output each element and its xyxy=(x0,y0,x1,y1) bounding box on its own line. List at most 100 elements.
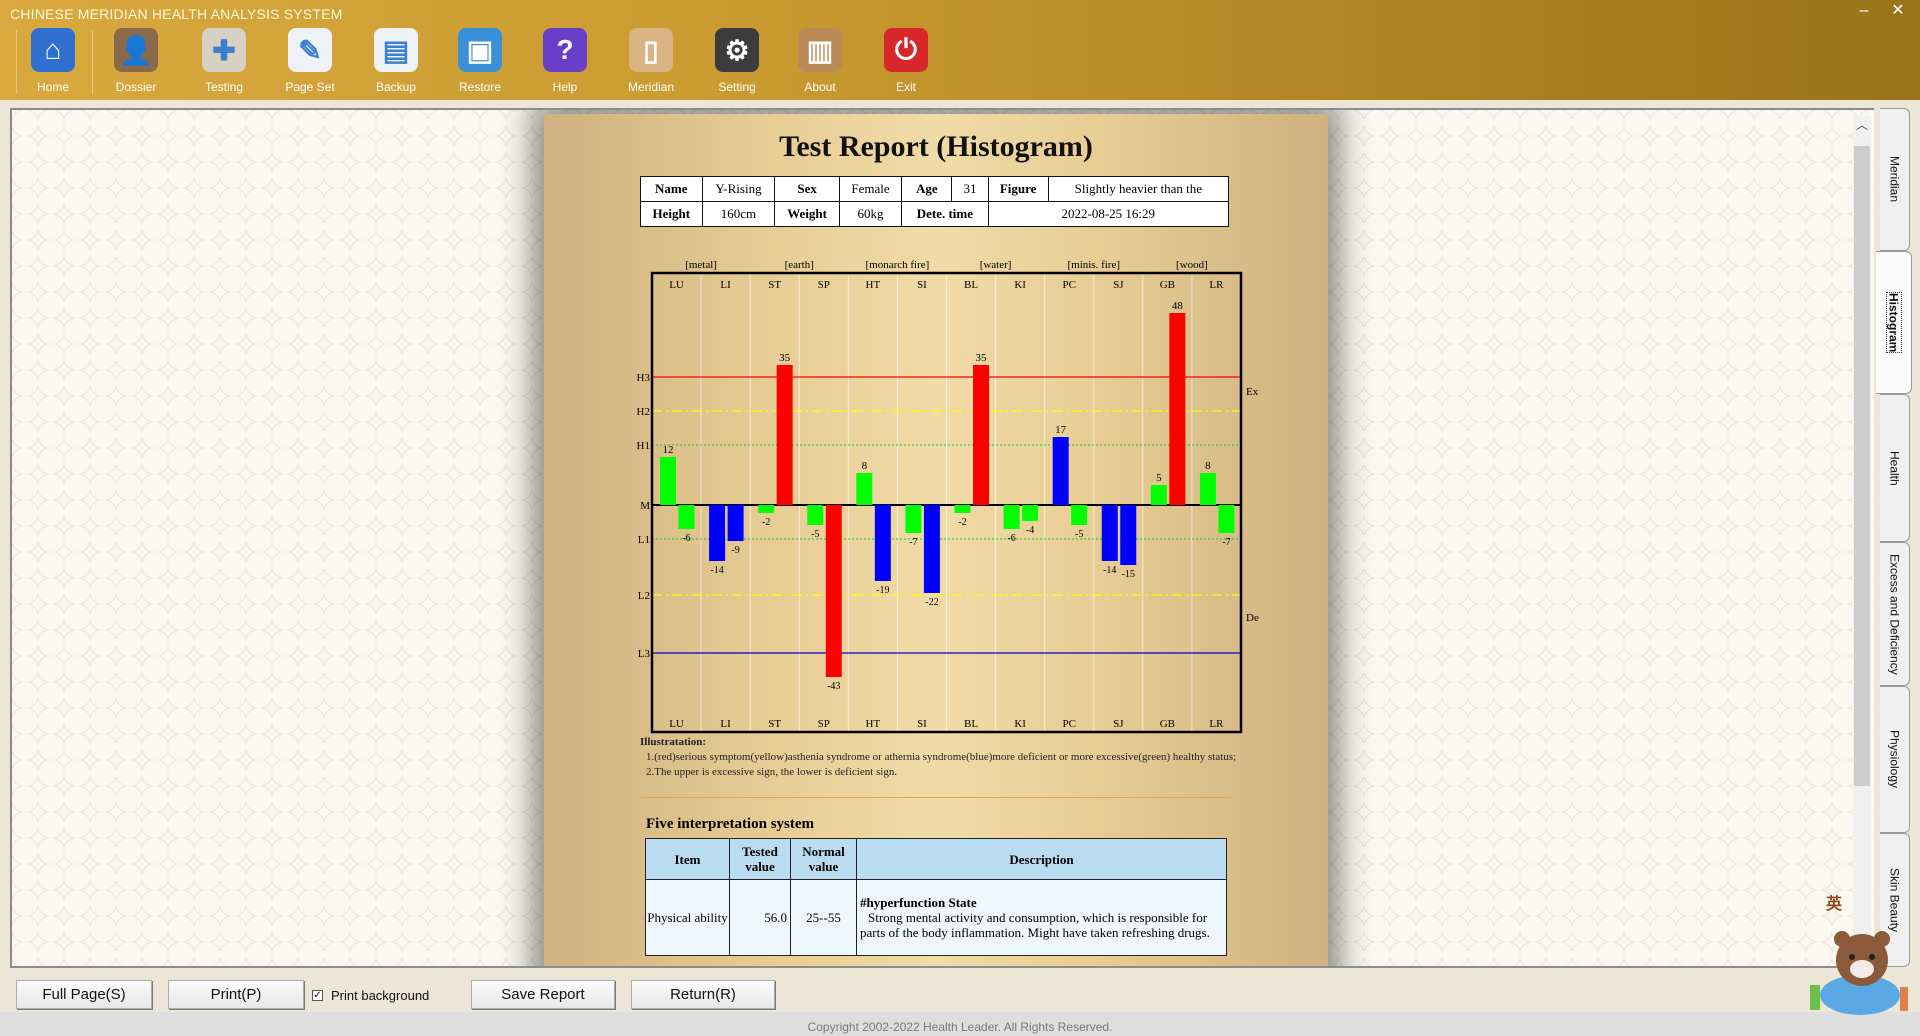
side-tab-label: Histogram xyxy=(1885,291,1902,354)
reference-label-h3: H3 xyxy=(637,372,651,384)
bar-value-label: -22 xyxy=(925,597,938,608)
power-icon: ⏻ xyxy=(884,28,928,72)
side-tab-label: Meridian xyxy=(1887,156,1902,203)
height-label: Height xyxy=(640,201,703,227)
bar-value-label: 35 xyxy=(779,352,791,364)
doctor-icon: ✚ xyxy=(202,28,246,72)
bar-value-label: -43 xyxy=(827,681,840,692)
divider xyxy=(640,797,1230,798)
sex-label: Sex xyxy=(774,176,840,202)
side-tab-label: Health xyxy=(1887,450,1902,486)
toolbar-label: Page Set xyxy=(285,80,335,94)
bar-value-label: -5 xyxy=(811,529,819,540)
bar-si-right xyxy=(923,505,940,593)
side-tab-label: Physiology xyxy=(1887,730,1902,789)
bar-value-label: -14 xyxy=(710,565,723,576)
category-label-bottom: GB xyxy=(1160,718,1175,730)
toolbar-testing-button[interactable]: ✚ Testing xyxy=(184,26,264,98)
bar-st-right xyxy=(776,365,793,505)
return-button[interactable]: Return(R) xyxy=(631,980,775,1009)
report-title: Test Report (Histogram) xyxy=(779,130,1093,163)
category-label-top: SI xyxy=(917,279,927,291)
bar-value-label: 12 xyxy=(663,444,674,456)
category-label-bottom: BL xyxy=(964,718,978,730)
category-label-bottom: PC xyxy=(1062,718,1075,730)
toolbar-label: About xyxy=(804,80,836,94)
meridian-histogram: H3 H2 H1 M L1 L2 L3 Ex De 12 -14 -2 -5 8 -7 -2 -6 17 -14 5 8… xyxy=(637,259,1259,738)
toolbar-help-button[interactable]: ? Help xyxy=(525,26,605,98)
category-label-top: SP xyxy=(818,279,830,291)
category-label-top: SJ xyxy=(1113,279,1124,291)
toolbar-about-button[interactable]: ▥ About xyxy=(780,26,860,98)
print-background-checkbox[interactable]: ✓ xyxy=(312,990,323,1001)
toolbar-exit-button[interactable]: ⏻ Exit xyxy=(866,26,946,98)
reference-label-m: M xyxy=(640,500,650,512)
illustration: Illustratation: 1.(red)serious symptom(y… xyxy=(640,735,1240,780)
element-label-top: [metal] xyxy=(685,259,717,271)
gear-icon: ⚙ xyxy=(715,28,759,72)
side-tab-physiology[interactable]: Physiology xyxy=(1880,686,1910,833)
bar-ht-left xyxy=(856,473,873,505)
report-viewer: Test Report (Histogram) Name Y-Rising Se… xyxy=(10,108,1874,968)
illustration-heading: Illustratation: xyxy=(640,736,706,748)
side-tab-meridian[interactable]: Meridian xyxy=(1880,108,1910,251)
bar-sp-left xyxy=(807,505,824,525)
toolbar-meridian-button[interactable]: ▯ Meridian xyxy=(611,26,691,98)
print-button[interactable]: Print(P) xyxy=(168,980,304,1009)
reference-label-h1: H1 xyxy=(637,440,650,452)
scroll-thumb[interactable] xyxy=(1854,146,1870,786)
side-tab-label: Excess and Deficiency xyxy=(1887,553,1902,675)
category-label-top: HT xyxy=(866,279,881,291)
category-label-bottom: LR xyxy=(1209,718,1224,730)
full-page-button[interactable]: Full Page(S) xyxy=(16,980,152,1009)
scroll-up-arrow-icon[interactable]: ︿ xyxy=(1853,116,1871,134)
side-label-de: De xyxy=(1246,612,1259,624)
vertical-scrollbar[interactable]: ︿ xyxy=(1853,116,1871,964)
reference-label-l3: L3 xyxy=(638,648,651,660)
reference-label-h2: H2 xyxy=(637,406,650,418)
bear-mascot-icon[interactable] xyxy=(1790,915,1910,1015)
bar-value-label: 17 xyxy=(1055,424,1067,436)
floppy-icon: ▣ xyxy=(458,28,502,72)
side-tab-health[interactable]: Health xyxy=(1880,394,1910,542)
category-label-bottom: SJ xyxy=(1113,718,1124,730)
description-text: Strong mental activity and consumption, … xyxy=(860,910,1210,940)
side-tab-histogram[interactable]: Histogram xyxy=(1876,251,1912,394)
input-method-indicator[interactable]: 英 xyxy=(1826,890,1842,914)
illustration-line-2: 2.The upper is excessive sign, the lower… xyxy=(646,766,898,778)
users-icon: 👤 xyxy=(114,28,158,72)
toolbar-dossier-button[interactable]: 👤 Dossier xyxy=(96,26,176,98)
toolbar-label: Exit xyxy=(895,80,916,94)
category-label-bottom: LU xyxy=(669,718,684,730)
bar-bl-left xyxy=(954,505,971,513)
toolbar-setting-button[interactable]: ⚙ Setting xyxy=(697,26,777,98)
element-label-top: [wood] xyxy=(1176,259,1208,271)
category-label-top: LR xyxy=(1209,279,1224,291)
bar-st-left xyxy=(758,505,775,513)
height-value: 160cm xyxy=(701,201,776,227)
toolbar-label: Meridian xyxy=(627,80,675,94)
toolbar-label: Setting xyxy=(718,80,756,94)
close-button[interactable]: ✕ xyxy=(1883,0,1913,22)
description-cell: #hyperfunction State Strong mental activ… xyxy=(856,879,1227,956)
toolbar-backup-button[interactable]: ▤ Backup xyxy=(356,26,436,98)
category-label-top: BL xyxy=(964,279,978,291)
toolbar-restore-button[interactable]: ▣ Restore xyxy=(440,26,520,98)
side-label-ex: Ex xyxy=(1246,386,1259,398)
print-background-label[interactable]: Print background xyxy=(331,988,429,1003)
name-value: Y-Rising xyxy=(701,176,776,202)
toolbar-home-button[interactable]: ⌂ Home xyxy=(13,26,93,98)
bar-lr-right xyxy=(1218,505,1235,533)
element-label-top: [water] xyxy=(980,259,1012,271)
side-tab-excess-and-deficiency[interactable]: Excess and Deficiency xyxy=(1880,542,1910,686)
element-label-top: [monarch fire] xyxy=(866,259,930,271)
bar-lr-left xyxy=(1199,473,1216,505)
toolbar-page-set-button[interactable]: ✎ Page Set xyxy=(270,26,350,98)
help-icon: ? xyxy=(543,28,587,72)
patient-info-table: Name Y-Rising Sex Female Age 31 Figure S… xyxy=(640,176,1230,227)
col-item: Item xyxy=(645,838,730,880)
five-system-title: Five interpretation system xyxy=(646,816,815,832)
reference-label-l2: L2 xyxy=(638,590,650,602)
minimize-button[interactable]: – xyxy=(1849,0,1879,22)
save-report-button[interactable]: Save Report xyxy=(471,980,615,1009)
